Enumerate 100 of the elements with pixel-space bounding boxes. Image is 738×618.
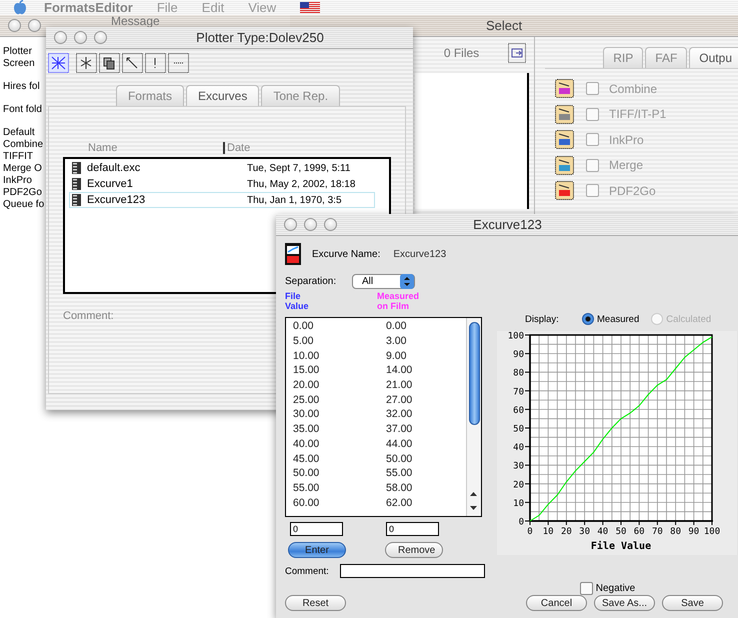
table-cell: 3.00 <box>386 335 406 348</box>
table-cell-text: 60.00 <box>293 496 320 509</box>
list-row[interactable]: 20.00 21.00 <box>293 378 466 392</box>
button[interactable]: Reset <box>285 595 346 611</box>
input-field[interactable]: 0 <box>290 522 343 536</box>
list-row[interactable]: 55.00 58.00 <box>293 480 466 496</box>
file-count: 0 Files <box>442 46 480 60</box>
window-button[interactable] <box>54 31 67 44</box>
table-cell-text: 40.00 <box>293 438 320 450</box>
checkbox[interactable] <box>586 158 599 172</box>
button[interactable]: Save As... <box>594 595 655 611</box>
log-line: TIFFIT <box>3 151 33 163</box>
input-field[interactable]: 0 <box>386 522 439 536</box>
arrow-box-icon[interactable] <box>508 43 526 63</box>
scrollbar[interactable] <box>466 318 481 516</box>
checkbox[interactable] <box>586 108 599 121</box>
checkbox[interactable]: Negative <box>580 582 636 595</box>
axis-tick-label: 10 <box>513 498 524 509</box>
window-button[interactable] <box>94 31 107 44</box>
button[interactable]: Remove <box>385 542 443 558</box>
checkbox[interactable] <box>586 82 599 96</box>
asterisk-icon[interactable] <box>76 53 97 73</box>
list-row[interactable]: 45.00 50.00 <box>293 451 466 466</box>
checkbox-label: InkPro <box>609 132 644 147</box>
table-cell: 50.00 <box>386 452 412 465</box>
window-button[interactable] <box>8 19 21 32</box>
button[interactable]: Enter <box>288 542 346 558</box>
list-row[interactable]: 25.00 27.00 <box>293 392 466 408</box>
list-row[interactable]: default.exc Tue, Sept 7, 1999, 5:11 <box>69 160 375 176</box>
window-button[interactable] <box>304 218 317 231</box>
list-row[interactable]: 30.00 32.00 <box>293 407 466 422</box>
separation-dropdown[interactable]: All <box>352 274 415 288</box>
checkbox-label: Combine <box>609 82 658 96</box>
window-button[interactable] <box>74 31 87 44</box>
list-row[interactable]: 5.00 3.00 <box>293 334 466 348</box>
log-line: Screen <box>3 58 35 70</box>
scroll-thumb[interactable] <box>469 322 480 425</box>
axis-tick-label: 30 <box>579 527 590 537</box>
comment-field[interactable] <box>340 564 485 578</box>
list-row[interactable]: Excurve1 Thu, May 2, 2002, 18:18 <box>69 176 375 192</box>
table-cell: 32.00 <box>386 408 412 420</box>
window-button[interactable] <box>28 19 41 32</box>
document-icon <box>285 243 301 265</box>
radio-button[interactable]: Measured <box>582 313 640 325</box>
window-title: Plotter Type:Dolev250 <box>195 30 325 45</box>
list-row[interactable]: 0.00 0.00 <box>293 319 466 334</box>
axis-tick-label: 80 <box>670 527 682 537</box>
exclamation-icon[interactable] <box>145 53 166 73</box>
axis-tick-label: 0 <box>518 518 524 528</box>
log-line: Hires fol <box>3 81 40 93</box>
list-row[interactable]: 15.00 14.00 <box>293 363 466 378</box>
list-row[interactable]: 35.00 37.00 <box>293 422 466 436</box>
comment-label: Comment: <box>63 310 114 322</box>
log-line: Default <box>3 127 35 139</box>
table-cell-text: 15.00 <box>293 364 320 376</box>
button[interactable]: Save <box>662 595 723 611</box>
list-row[interactable]: Excurve123 Thu, Jan 1, 1970, 3:5 <box>69 192 375 208</box>
axis-tick-label: 50 <box>616 527 626 537</box>
table-cell: 37.00 <box>386 423 412 436</box>
table-cell-text: 45.00 <box>293 452 320 465</box>
table-cell-text: 0.00 <box>293 320 314 332</box>
window-button[interactable] <box>284 218 297 231</box>
log-line: Plotter <box>3 46 32 58</box>
field-label: Excurve Name: <box>312 248 380 260</box>
grid-icon[interactable] <box>48 53 69 73</box>
table-cell-text: 30.00 <box>293 408 320 420</box>
axis-tick-label: 40 <box>513 443 524 454</box>
window-button[interactable] <box>324 218 337 231</box>
table-cell-text: 10.00 <box>293 350 320 362</box>
tab[interactable]: Excurves <box>186 85 260 106</box>
table-cell: 44.00 <box>386 438 412 450</box>
file-icon <box>72 194 81 206</box>
apple-logo-icon[interactable] <box>12 0 28 16</box>
axis-title: File Value <box>590 541 652 552</box>
dash-icon[interactable] <box>168 53 189 73</box>
field-label: Comment: <box>285 566 330 576</box>
axis-tick-label: 70 <box>652 527 663 537</box>
axis-tick-label: 100 <box>508 332 524 342</box>
file-name: Excurve1 <box>87 178 133 190</box>
list-row[interactable]: 50.00 55.00 <box>293 466 466 481</box>
axis-tick-label: 50 <box>513 424 524 434</box>
list-row[interactable]: 10.00 9.00 <box>293 348 466 364</box>
list-row[interactable]: 60.00 62.00 <box>293 495 466 510</box>
log-line: PDF2Go <box>3 187 42 199</box>
axis-tick-label: 90 <box>513 350 524 360</box>
axis-tick-label: 20 <box>513 480 524 490</box>
button[interactable]: Cancel <box>526 595 587 611</box>
list-row[interactable]: 40.00 44.00 <box>293 436 466 452</box>
table-cell-text: 20.00 <box>293 379 320 392</box>
updown-arrows-icon <box>400 274 414 288</box>
flag-icon[interactable] <box>300 2 320 14</box>
field-label: Display: <box>525 314 560 324</box>
tab[interactable]: Outpu <box>689 47 738 68</box>
checkbox[interactable] <box>586 184 599 198</box>
copy-icon[interactable] <box>99 53 120 73</box>
axis-tick-label: 20 <box>560 527 572 537</box>
checkbox[interactable] <box>586 133 599 146</box>
table-cell-text: 50.00 <box>293 467 320 480</box>
pencil-icon[interactable] <box>122 53 143 73</box>
table-cell: 62.00 <box>386 496 412 509</box>
